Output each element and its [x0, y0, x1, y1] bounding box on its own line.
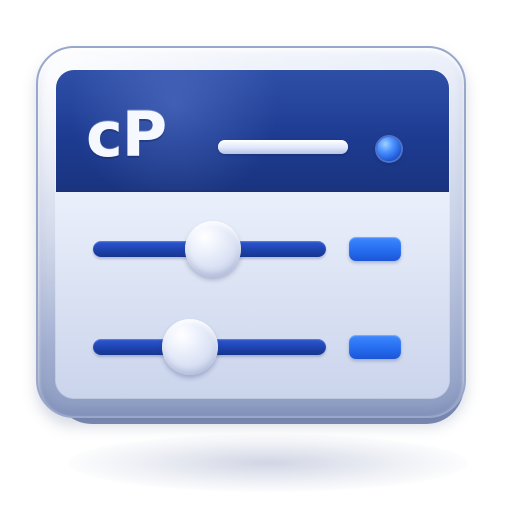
slider-panel	[56, 192, 449, 398]
title-bar: cP	[56, 70, 449, 196]
slider-value-pill-bottom	[349, 335, 401, 359]
control-panel-app-icon: cP	[36, 46, 474, 492]
slider-row-top	[56, 217, 449, 279]
slider-knob-top	[185, 221, 241, 277]
slider-knob-bottom	[162, 319, 218, 375]
icon-frame: cP	[36, 46, 466, 418]
icon-shadow	[68, 434, 468, 492]
control-panel-logo: cP	[86, 98, 167, 171]
slider-value-pill-top	[349, 237, 401, 261]
icon-screen: cP	[56, 70, 449, 398]
status-dot-icon	[377, 137, 401, 161]
slider-row-bottom	[56, 315, 449, 377]
title-text-placeholder	[218, 140, 348, 154]
